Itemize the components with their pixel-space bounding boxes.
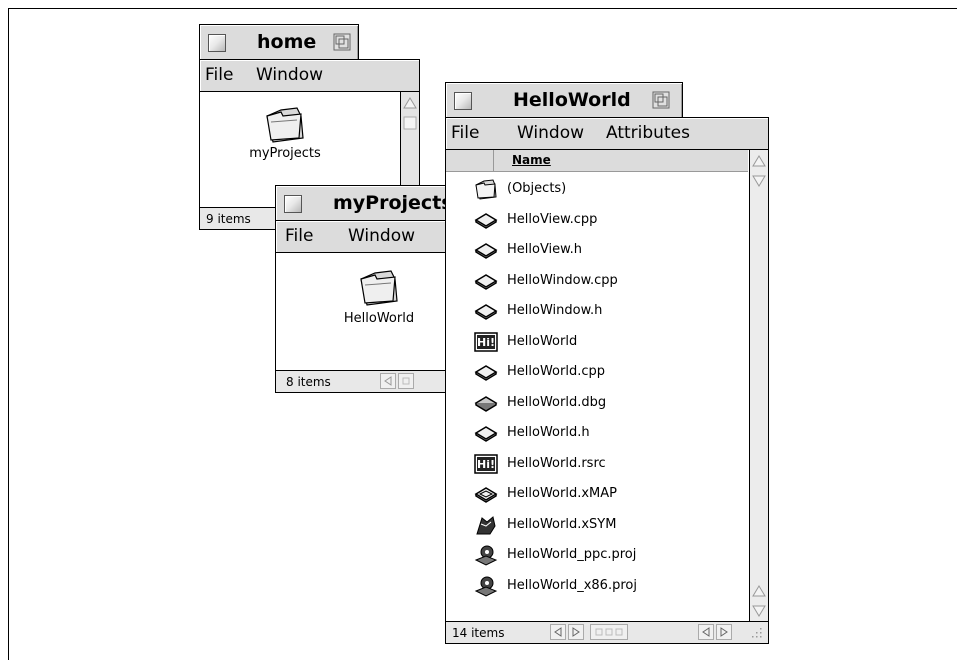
source-file-icon bbox=[474, 270, 498, 292]
scroll-thumb[interactable] bbox=[590, 624, 628, 640]
file-name: HelloWorld.xMAP bbox=[507, 486, 617, 501]
status-bar: 14 items bbox=[446, 621, 768, 643]
menu-window[interactable]: Window bbox=[256, 65, 323, 85]
scroll-left-arrow-icon[interactable] bbox=[550, 624, 566, 640]
file-name: HelloWorld_x86.proj bbox=[507, 577, 637, 593]
resize-grip-icon[interactable] bbox=[748, 624, 764, 640]
scroll-down-arrow-icon[interactable] bbox=[750, 602, 768, 620]
svg-text:Hi!: Hi! bbox=[477, 336, 495, 349]
folder-icon bbox=[266, 107, 304, 143]
item-count: 14 items bbox=[452, 626, 505, 640]
project-file-icon bbox=[474, 575, 498, 597]
folder-icon bbox=[360, 270, 398, 306]
file-name: HelloWindow.h bbox=[507, 303, 603, 318]
helloworld-body: File Window Attributes Name (Objects) Hel… bbox=[445, 117, 769, 644]
scroll-thumb[interactable] bbox=[398, 373, 414, 389]
close-box[interactable] bbox=[284, 195, 302, 213]
project-file-icon bbox=[474, 544, 498, 566]
svg-text:Hi!: Hi! bbox=[477, 458, 495, 471]
menu-bar: File Window bbox=[200, 60, 419, 92]
helloworld-window: HelloWorld File Window Attributes Name (… bbox=[445, 82, 769, 644]
column-header-bar: Name bbox=[446, 150, 748, 172]
debug-file-icon bbox=[474, 392, 498, 414]
menu-file[interactable]: File bbox=[451, 123, 479, 143]
menu-bar: File Window bbox=[276, 221, 454, 253]
menu-window[interactable]: Window bbox=[517, 123, 584, 143]
scroll-left-arrow-icon[interactable] bbox=[698, 624, 714, 640]
file-name: HelloWorld.h bbox=[507, 425, 590, 440]
file-name: HelloWorld.dbg bbox=[507, 394, 607, 410]
sym-file-icon bbox=[474, 514, 498, 536]
file-name: HelloWorld_ppc.proj bbox=[507, 547, 637, 562]
file-name: HelloView.h bbox=[507, 242, 582, 257]
source-file-icon bbox=[474, 300, 498, 322]
myprojects-body: File Window HelloWorld 8 items bbox=[275, 220, 455, 393]
item-count: 8 items bbox=[286, 375, 331, 389]
file-name: HelloWorld.xSYM bbox=[507, 516, 617, 532]
scroll-left-arrow-icon[interactable] bbox=[380, 373, 396, 389]
myprojects-window: myProjects File Window HelloWorld 8 item… bbox=[275, 185, 455, 393]
scroll-up-arrow-icon[interactable] bbox=[750, 582, 768, 600]
close-box[interactable] bbox=[454, 92, 472, 110]
zoom-box-icon[interactable] bbox=[333, 33, 351, 51]
file-name: HelloWindow.cpp bbox=[507, 272, 618, 288]
file-name: HelloWorld.cpp bbox=[507, 364, 605, 379]
helloworld-title-tab[interactable]: HelloWorld bbox=[445, 82, 683, 118]
scroll-down-arrow-icon[interactable] bbox=[750, 172, 768, 190]
myprojects-title-tab[interactable]: myProjects bbox=[275, 185, 453, 221]
file-name: HelloView.cpp bbox=[507, 211, 598, 227]
frame-border-left bbox=[8, 8, 9, 660]
close-box[interactable] bbox=[208, 34, 226, 52]
window-title: home bbox=[257, 31, 317, 53]
source-file-icon bbox=[474, 361, 498, 383]
file-name: (Objects) bbox=[507, 181, 567, 196]
scroll-thumb[interactable] bbox=[401, 114, 419, 132]
scroll-up-arrow-icon[interactable] bbox=[401, 94, 419, 112]
scroll-up-arrow-icon[interactable] bbox=[750, 152, 768, 170]
menu-bar: File Window Attributes bbox=[446, 118, 768, 150]
folder-item-helloworld[interactable]: HelloWorld bbox=[324, 267, 434, 331]
menu-attributes[interactable]: Attributes bbox=[606, 123, 690, 143]
window-title: HelloWorld bbox=[513, 89, 631, 111]
menu-file[interactable]: File bbox=[205, 65, 233, 85]
name-column-header[interactable]: Name bbox=[512, 153, 551, 167]
scroll-right-arrow-icon[interactable] bbox=[568, 624, 584, 640]
zoom-box-icon[interactable] bbox=[652, 91, 670, 109]
status-bar: 8 items bbox=[276, 370, 454, 392]
item-label: HelloWorld bbox=[343, 311, 415, 326]
source-file-icon bbox=[474, 422, 498, 444]
scroll-right-arrow-icon[interactable] bbox=[716, 624, 732, 640]
menu-window[interactable]: Window bbox=[348, 226, 415, 246]
folder-item-myprojects[interactable]: myProjects bbox=[230, 104, 340, 164]
item-count: 9 items bbox=[206, 212, 251, 226]
source-file-icon bbox=[474, 239, 498, 261]
file-name: HelloWorld.rsrc bbox=[507, 455, 606, 471]
frame-border-top bbox=[8, 8, 957, 9]
folder-icon bbox=[474, 178, 498, 200]
hi-app-icon: Hi! bbox=[474, 331, 498, 353]
column-header-spacer bbox=[446, 150, 494, 171]
map-file-icon bbox=[474, 483, 498, 505]
file-list: (Objects) HelloView.cpp HelloView.h HelloWi… bbox=[446, 175, 748, 597]
menu-file[interactable]: File bbox=[285, 226, 313, 246]
source-file-icon bbox=[474, 209, 498, 231]
window-title: myProjects bbox=[333, 192, 453, 214]
hi-resource-icon: Hi! bbox=[474, 453, 498, 475]
item-label: myProjects bbox=[249, 146, 321, 161]
vertical-scrollbar[interactable] bbox=[749, 150, 768, 623]
file-name: HelloWorld bbox=[507, 333, 578, 349]
home-title-tab[interactable]: home bbox=[199, 24, 359, 60]
